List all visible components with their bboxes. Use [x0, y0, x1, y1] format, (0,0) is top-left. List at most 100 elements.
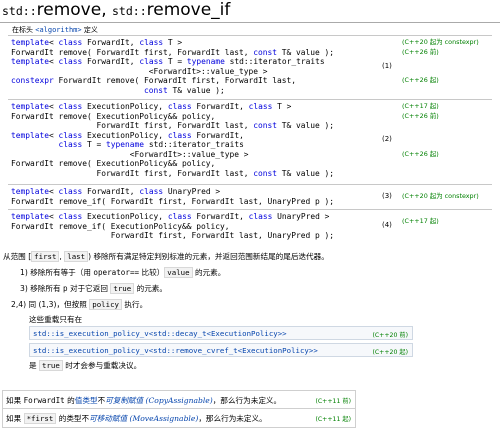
code-text: <ForwardIt>::value_type > [11, 149, 249, 159]
requirement-row: 如果 ForwardIt 的值类型不可复制赋值 (CopyAssignable)… [3, 391, 355, 409]
overload-number: (2) [382, 135, 392, 144]
keyword: typename [106, 140, 145, 150]
item1-text-a: 1) 移除所有等于（用 [20, 268, 94, 277]
code-line: ForwardIt remove( ExecutionPolicy&& poli… [11, 112, 334, 122]
title-remove: remove [36, 0, 102, 20]
keyword: const [253, 168, 278, 178]
requirements-table: 如果 ForwardIt 的值类型不可复制赋值 (CopyAssignable)… [2, 390, 356, 428]
condition-box-1: std::is_execution_policy_v<std::decay_t<… [29, 326, 413, 340]
keyword: class [58, 102, 83, 111]
keyword: class [58, 140, 83, 150]
requirement-text: 如果 ForwardIt 的值类型不可复制赋值 (CopyAssignable)… [6, 396, 282, 405]
header-definition: 在标头 <algorithm> 定义 [12, 25, 98, 35]
value-type-link[interactable]: 值类型 [75, 396, 98, 405]
keyword: class [167, 212, 192, 221]
code-text: <ForwardIt>::value_type > [11, 66, 268, 76]
title-namespace-1: std:: [2, 4, 37, 18]
keyword: class [139, 57, 164, 67]
move-assignable-link[interactable]: 可移动赋值 (MoveAssignable) [89, 414, 198, 423]
code-text: ForwardIt first, ForwardIt last, [11, 121, 254, 131]
standard-version: (C++26 起) [402, 149, 439, 158]
code-text: T > [163, 38, 183, 47]
condition-box-2: std::is_execution_policy_v<std::remove_c… [29, 343, 413, 357]
standard-version: (C++26 前) [402, 111, 439, 120]
item1-text-b: 比较） [139, 268, 165, 277]
overload-number: (1) [382, 61, 392, 70]
item24-policy: policy [89, 299, 122, 310]
code-text: ForwardIt remove( ForwardIt first, Forwa… [11, 47, 254, 57]
is-true: true [39, 360, 63, 371]
code-text: ExecutionPolicy, [82, 102, 168, 111]
code-line: template< class ForwardIt, class T = typ… [11, 57, 334, 67]
code-text: ForwardIt remove_if( ForwardIt first, Fo… [11, 196, 335, 206]
code-line: class T = typename std::iterator_traits [11, 140, 334, 150]
code-text: UnaryPred > [272, 212, 330, 221]
header-suffix: 定义 [81, 26, 98, 34]
code-text: ForwardIt remove( ForwardIt first, Forwa… [53, 76, 297, 86]
header-prefix: 在标头 [12, 26, 36, 34]
declaration-block: template< class ForwardIt, class UnaryPr… [8, 184, 492, 207]
code-text: UnaryPred > [163, 187, 221, 196]
item-1: 1) 移除所有等于（用 operator== 比较） value 的元素。 [20, 267, 225, 278]
code-text: < [49, 38, 59, 47]
item3-text-a: 3) 移除所有 [20, 284, 63, 293]
item3-true: true [110, 283, 135, 294]
code-text: T& value ); [167, 85, 225, 95]
code-text: ExecutionPolicy, [82, 212, 168, 221]
item24-text-b: 执行。 [121, 300, 148, 309]
code-line: ForwardIt first, ForwardIt last, UnaryPr… [11, 231, 334, 241]
code-line: ForwardIt remove_if( ForwardIt first, Fo… [11, 197, 334, 207]
declaration-code: template< class ForwardIt, class UnaryPr… [11, 187, 334, 206]
overload-number: (3) [382, 191, 392, 200]
code-text: ForwardIt first, ForwardIt last, [11, 168, 254, 178]
param-last: last [64, 251, 89, 262]
code-line: ForwardIt first, ForwardIt last, const T… [11, 121, 335, 131]
item-2-4: 2,4) 同 (1,3)，但按照 policy 执行。 [11, 299, 148, 310]
keyword: template [11, 212, 50, 221]
page-title: std::remove, std::remove_if [2, 0, 230, 22]
condition-2-code[interactable]: std::is_execution_policy_v<std::remove_c… [33, 346, 318, 355]
item-3: 3) 移除所有 p 对于它返回 true 的元素。 [20, 283, 167, 294]
requirement-text: 如果 *first 的类型不可移动赋值 (MoveAssignable)，那么行… [6, 413, 267, 424]
intro-text-c: ) 移除所有满足特定判别标准的元素，并返回范围新结尾的尾后迭代器。 [88, 252, 329, 261]
keyword: class [58, 57, 83, 67]
standard-version: (C++26 起) [402, 76, 439, 85]
copy-assignable-link[interactable]: 可复制赋值 (CopyAssignable) [105, 396, 213, 405]
overload-resolution-note: 是 true 时才会参与重载决议。 [29, 360, 141, 371]
code-line: template< class ExecutionPolicy, class F… [11, 212, 334, 222]
code-text: std::iterator_traits [144, 140, 244, 150]
declaration-code: template< class ExecutionPolicy, class F… [11, 212, 334, 241]
code-text: < [49, 212, 59, 221]
requirement-row: 如果 *first 的类型不可移动赋值 (MoveAssignable)，那么行… [3, 409, 355, 427]
requirement-code: ForwardIt [23, 396, 65, 405]
code-text: T = [163, 57, 187, 67]
code-line: ForwardIt remove( ForwardIt first, Forwa… [11, 48, 334, 58]
code-text: ForwardIt, [82, 38, 140, 47]
header-link[interactable]: <algorithm> [35, 26, 81, 34]
code-text: T = [82, 140, 107, 150]
code-text: T& value ); [277, 168, 335, 178]
keyword: class [139, 187, 164, 196]
code-line: ForwardIt remove_if( ExecutionPolicy&& p… [11, 222, 334, 232]
keyword: template [11, 38, 50, 47]
keyword: class [58, 38, 83, 47]
code-text: ForwardIt, [82, 187, 140, 196]
code-text: < [49, 187, 59, 196]
condition-1-code[interactable]: std::is_execution_policy_v<std::decay_t<… [33, 329, 287, 338]
code-line: template< class ExecutionPolicy, class F… [11, 102, 334, 112]
declaration-block: template< class ExecutionPolicy, class F… [8, 209, 492, 242]
code-text: < [49, 130, 59, 140]
declaration-code: template< class ForwardIt, class T > Forw… [11, 38, 334, 95]
overload-note: 这些重载只有在 [29, 315, 83, 324]
description-intro: 从范围 [first, last) 移除所有满足特定判别标准的元素，并返回范围新… [3, 251, 329, 262]
keyword: const [253, 121, 278, 131]
standard-version: (C++20 起为 constexpr) [402, 38, 479, 46]
code-text: ForwardIt, [82, 57, 140, 67]
keyword: constexpr [11, 76, 54, 86]
code-line: ForwardIt first, ForwardIt last, const T… [11, 168, 335, 179]
code-text: ForwardIt remove( ExecutionPolicy&& poli… [11, 159, 216, 169]
keyword: class [58, 130, 83, 140]
keyword: class [248, 102, 273, 111]
declaration-code: template< class ExecutionPolicy, class F… [11, 102, 334, 178]
